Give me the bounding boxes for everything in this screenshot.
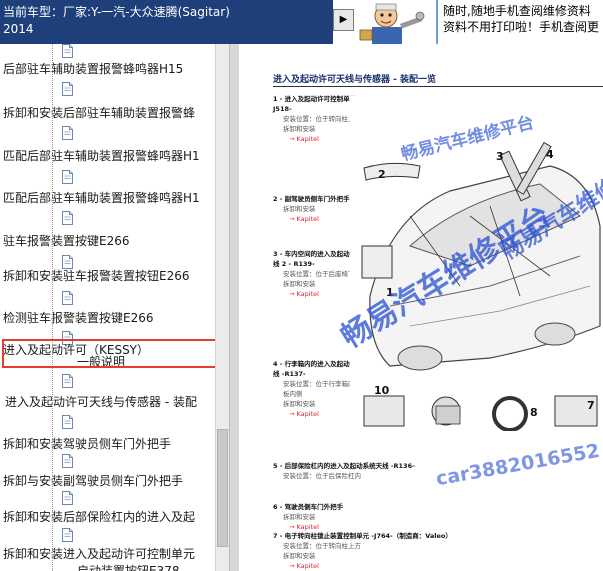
document-icon: [62, 170, 73, 184]
component-item: 6 - 驾驶员侧车门外把手 拆卸和安装 → Kapitel: [273, 502, 593, 532]
vehicle-label: 当前车型：厂家:Y-一汽-大众速腾(Sagitar): [3, 5, 230, 19]
document-icon: [62, 528, 73, 542]
component-number: 5 -: [273, 462, 283, 470]
callout-3: 3: [496, 150, 504, 163]
tree-item[interactable]: 启动装置按钮E378: [77, 562, 215, 571]
component-heading: 6 - 驾驶员侧车门外把手: [273, 502, 593, 512]
mechanic-mascot-icon: [356, 0, 432, 44]
tree-item-selected[interactable]: 进入及起动许可天线与传感器 - 装配: [5, 393, 215, 411]
tree-item[interactable]: 拆卸与安装副驾驶员侧车门外把手: [3, 472, 215, 490]
tree-item[interactable]: 拆卸和安装驻车报警装置按钮E266: [3, 267, 215, 285]
component-number: 7 -: [273, 532, 283, 540]
component-title: 副驾驶员侧车门外把手: [284, 195, 350, 203]
tree-item[interactable]: 拆卸和安装进入及起动许可控制单元: [3, 545, 215, 563]
document-icon: [62, 44, 73, 58]
document-icon: [62, 82, 73, 96]
component-heading: 7 - 电子转向柱锁止装置控制单元 -J764-（制造商：Valeo）: [273, 531, 593, 541]
component-note: 拆卸和安装: [283, 552, 316, 560]
banner-line-1: 随时,随地手机查阅维修资料: [443, 4, 591, 18]
callout-7: 7: [587, 399, 595, 412]
document-icon: [62, 291, 73, 305]
tree-connector-line: [52, 44, 54, 571]
document-icon: [62, 126, 73, 140]
document-icon: [62, 211, 73, 225]
component-number: 4 -: [273, 360, 283, 368]
vehicle-info-bar: 当前车型：厂家:Y-一汽-大众速腾(Sagitar) 2014: [0, 0, 333, 44]
callout-10: 10: [374, 384, 390, 397]
scrollbar-thumb[interactable]: [217, 429, 228, 547]
callout-8: 8: [530, 406, 538, 419]
kapitel-link[interactable]: → Kapitel: [273, 561, 593, 571]
title-rule: [273, 86, 603, 87]
tree-item[interactable]: 拆卸和安装后部保险杠内的进入及起: [3, 508, 215, 526]
component-title: 电子转向柱锁止装置控制单元 -J764-（制造商：Valeo）: [284, 532, 452, 540]
mobile-promo-banner: 随时,随地手机查阅维修资料 资料不用打印啦！手机查阅更: [436, 0, 603, 44]
callout-1: 1: [386, 286, 394, 299]
panel-splitter[interactable]: [229, 44, 239, 571]
callout-2: 2: [378, 168, 386, 181]
forward-button[interactable]: ▶: [333, 9, 354, 31]
component-number: 6 -: [273, 503, 283, 511]
banner-line-2: 资料不用打印啦！手机查阅更: [443, 20, 600, 34]
document-title: 进入及起动许可天线与传感器 - 装配一览: [273, 75, 437, 85]
tree-item[interactable]: 拆卸和安装驾驶员侧车门外把手: [3, 435, 215, 453]
component-title: 后部保险杠内的进入及起动系统天线 -R136-: [284, 462, 415, 470]
document-icon: [62, 491, 73, 505]
car-component-diagram: 1 2 3 4 7 8 9 10: [350, 96, 603, 431]
component-title: 进入及起动许可控制单元 -J518-: [273, 95, 362, 113]
tree-item[interactable]: 匹配后部驻车辅助装置报警蜂鸣器H1: [3, 189, 215, 207]
play-forward-icon: ▶: [339, 14, 348, 25]
navigation-tree: 后部驻车辅助装置报警蜂鸣器H15 拆卸和安装后部驻车辅助装置报警蜂 匹配后部驻车辅助…: [0, 44, 215, 571]
vehicle-year: 2014: [3, 22, 34, 36]
component-number: 2 -: [273, 195, 283, 203]
document-viewer: 进入及起动许可天线与传感器 - 装配一览 1 - 进入及起动许可控制单元 -J5…: [239, 44, 603, 571]
component-note: 安装位置：位于后保险杠内: [283, 472, 361, 480]
component-title: 驾驶员侧车门外把手: [284, 503, 344, 511]
tree-item[interactable]: 检测驻车报警装置按键E266: [3, 309, 215, 327]
document-icon: [62, 454, 73, 468]
tree-item[interactable]: 匹配后部驻车辅助装置报警蜂鸣器H1: [3, 147, 215, 165]
component-number: 1 -: [273, 95, 283, 103]
component-item: 5 - 后部保险杠内的进入及起动系统天线 -R136- 安装位置：位于后保险杠内: [273, 461, 593, 481]
component-item: 7 - 电子转向柱锁止装置控制单元 -J764-（制造商：Valeo） 安装位置：…: [273, 531, 593, 571]
component-note: 拆卸和安装: [283, 513, 316, 521]
component-number: 3 -: [273, 250, 283, 258]
callout-4: 4: [546, 148, 554, 161]
component-note: 安装位置：位于转向柱上方: [283, 542, 361, 550]
tree-scrollbar[interactable]: [215, 44, 229, 571]
tree-item[interactable]: 后部驻车辅助装置报警蜂鸣器H15: [3, 60, 215, 78]
component-heading: 5 - 后部保险杠内的进入及起动系统天线 -R136-: [273, 461, 593, 471]
tree-item[interactable]: 拆卸和安装后部驻车辅助装置报警蜂: [3, 104, 215, 122]
tree-item[interactable]: 驻车报警装置按键E266: [3, 232, 215, 250]
document-icon: [62, 374, 73, 388]
selected-tree-item-highlight: [2, 339, 217, 368]
top-bar: 当前车型：厂家:Y-一汽-大众速腾(Sagitar) 2014 ▶ 随时,随地手…: [0, 0, 603, 44]
document-icon: [62, 415, 73, 429]
